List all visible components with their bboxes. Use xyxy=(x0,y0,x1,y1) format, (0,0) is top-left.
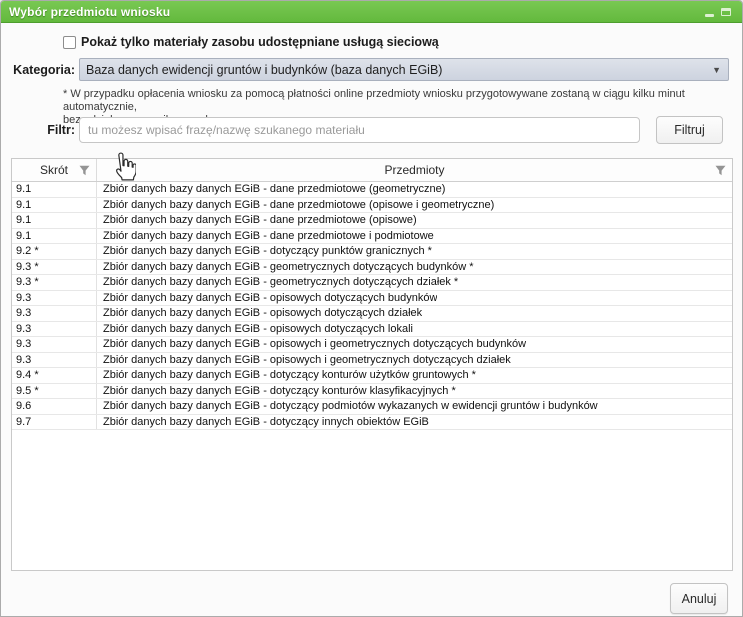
table-row[interactable]: 9.3 *Zbiór danych bazy danych EGiB - geo… xyxy=(12,275,732,291)
table-row[interactable]: 9.3Zbiór danych bazy danych EGiB - opiso… xyxy=(12,322,732,338)
cell-przedmiot: Zbiór danych bazy danych EGiB - opisowyc… xyxy=(97,307,422,319)
cell-przedmiot: Zbiór danych bazy danych EGiB - dane prz… xyxy=(97,183,445,195)
cell-przedmiot: Zbiór danych bazy danych EGiB - geometry… xyxy=(97,276,458,288)
chevron-down-icon: ▼ xyxy=(712,66,721,75)
cell-skrot: 9.3 * xyxy=(12,260,97,275)
filter-button[interactable]: Filtruj xyxy=(656,116,723,144)
cell-skrot: 9.1 xyxy=(12,229,97,244)
cell-skrot: 9.3 * xyxy=(12,275,97,290)
table-row[interactable]: 9.6Zbiór danych bazy danych EGiB - dotyc… xyxy=(12,399,732,415)
table-row[interactable]: 9.7Zbiór danych bazy danych EGiB - dotyc… xyxy=(12,415,732,431)
maximize-icon xyxy=(721,8,731,16)
minimize-button[interactable] xyxy=(704,1,714,23)
titlebar: Wybór przedmiotu wniosku xyxy=(1,1,742,23)
cell-skrot: 9.2 * xyxy=(12,244,97,259)
filter-funnel-icon[interactable] xyxy=(714,164,727,177)
table-row[interactable]: 9.3Zbiór danych bazy danych EGiB - opiso… xyxy=(12,306,732,322)
column-header-przedmioty[interactable]: Przedmioty xyxy=(97,159,732,181)
cell-skrot: 9.1 xyxy=(12,198,97,213)
cell-przedmiot: Zbiór danych bazy danych EGiB - dane prz… xyxy=(97,230,434,242)
cell-skrot: 9.3 xyxy=(12,306,97,321)
filter-label: Filtr: xyxy=(1,123,75,137)
cell-przedmiot: Zbiór danych bazy danych EGiB - dotycząc… xyxy=(97,245,432,257)
web-service-checkbox-label: Pokaż tylko materiały zasobu udostępnian… xyxy=(81,35,439,49)
web-service-checkbox[interactable] xyxy=(63,36,76,49)
table-row[interactable]: 9.1Zbiór danych bazy danych EGiB - dane … xyxy=(12,229,732,245)
cell-skrot: 9.6 xyxy=(12,399,97,414)
table-row[interactable]: 9.3 *Zbiór danych bazy danych EGiB - geo… xyxy=(12,260,732,276)
cell-przedmiot: Zbiór danych bazy danych EGiB - dotycząc… xyxy=(97,416,429,428)
cell-przedmiot: Zbiór danych bazy danych EGiB - opisowyc… xyxy=(97,354,511,366)
cell-przedmiot: Zbiór danych bazy danych EGiB - dane prz… xyxy=(97,214,417,226)
table-row[interactable]: 9.3Zbiór danych bazy danych EGiB - opiso… xyxy=(12,337,732,353)
maximize-button[interactable] xyxy=(720,1,732,23)
cell-skrot: 9.4 * xyxy=(12,368,97,383)
cell-skrot: 9.5 * xyxy=(12,384,97,399)
category-selected-value: Baza danych ewidencji gruntów i budynków… xyxy=(86,63,442,77)
cancel-button[interactable]: Anuluj xyxy=(670,583,728,614)
cell-przedmiot: Zbiór danych bazy danych EGiB - opisowyc… xyxy=(97,292,437,304)
cell-skrot: 9.7 xyxy=(12,415,97,430)
note-line-1: * W przypadku opłacenia wniosku za pomoc… xyxy=(63,88,731,114)
cell-skrot: 9.3 xyxy=(12,291,97,306)
table-row[interactable]: 9.3Zbiór danych bazy danych EGiB - opiso… xyxy=(12,291,732,307)
category-select[interactable]: Baza danych ewidencji gruntów i budynków… xyxy=(79,58,729,81)
filter-funnel-icon[interactable] xyxy=(78,164,91,177)
cell-przedmiot: Zbiór danych bazy danych EGiB - opisowyc… xyxy=(97,338,526,350)
materials-table: Skrót Przedmioty 9.1Zbiór danych bazy da… xyxy=(11,158,733,571)
cell-skrot: 9.3 xyxy=(12,322,97,337)
cell-skrot: 9.3 xyxy=(12,353,97,368)
table-header: Skrót Przedmioty xyxy=(12,159,732,182)
table-row[interactable]: 9.2 *Zbiór danych bazy danych EGiB - dot… xyxy=(12,244,732,260)
web-service-filter-row: Pokaż tylko materiały zasobu udostępnian… xyxy=(63,35,439,49)
cell-skrot: 9.1 xyxy=(12,182,97,197)
cell-skrot: 9.1 xyxy=(12,213,97,228)
window-controls xyxy=(704,1,732,23)
cell-przedmiot: Zbiór danych bazy danych EGiB - geometry… xyxy=(97,261,474,273)
cell-przedmiot: Zbiór danych bazy danych EGiB - dotycząc… xyxy=(97,385,456,397)
minimize-icon xyxy=(705,14,714,17)
category-label: Kategoria: xyxy=(1,63,75,77)
cell-przedmiot: Zbiór danych bazy danych EGiB - dane prz… xyxy=(97,199,494,211)
table-body: 9.1Zbiór danych bazy danych EGiB - dane … xyxy=(12,182,732,430)
table-row[interactable]: 9.4 *Zbiór danych bazy danych EGiB - dot… xyxy=(12,368,732,384)
table-row[interactable]: 9.1Zbiór danych bazy danych EGiB - dane … xyxy=(12,213,732,229)
dialog-title: Wybór przedmiotu wniosku xyxy=(1,5,170,19)
table-row[interactable]: 9.1Zbiór danych bazy danych EGiB - dane … xyxy=(12,198,732,214)
table-row[interactable]: 9.3Zbiór danych bazy danych EGiB - opiso… xyxy=(12,353,732,369)
column-header-skrot[interactable]: Skrót xyxy=(12,159,97,181)
column-header-skrot-label: Skrót xyxy=(40,163,68,177)
column-header-przedmioty-label: Przedmioty xyxy=(384,163,444,177)
table-row[interactable]: 9.1Zbiór danych bazy danych EGiB - dane … xyxy=(12,182,732,198)
dialog-wybor-przedmiotu: Wybór przedmiotu wniosku Pokaż tylko mat… xyxy=(0,0,743,617)
filter-input[interactable] xyxy=(79,117,640,143)
cell-przedmiot: Zbiór danych bazy danych EGiB - dotycząc… xyxy=(97,369,476,381)
table-row[interactable]: 9.5 *Zbiór danych bazy danych EGiB - dot… xyxy=(12,384,732,400)
cell-przedmiot: Zbiór danych bazy danych EGiB - dotycząc… xyxy=(97,400,598,412)
cell-przedmiot: Zbiór danych bazy danych EGiB - opisowyc… xyxy=(97,323,413,335)
cell-skrot: 9.3 xyxy=(12,337,97,352)
